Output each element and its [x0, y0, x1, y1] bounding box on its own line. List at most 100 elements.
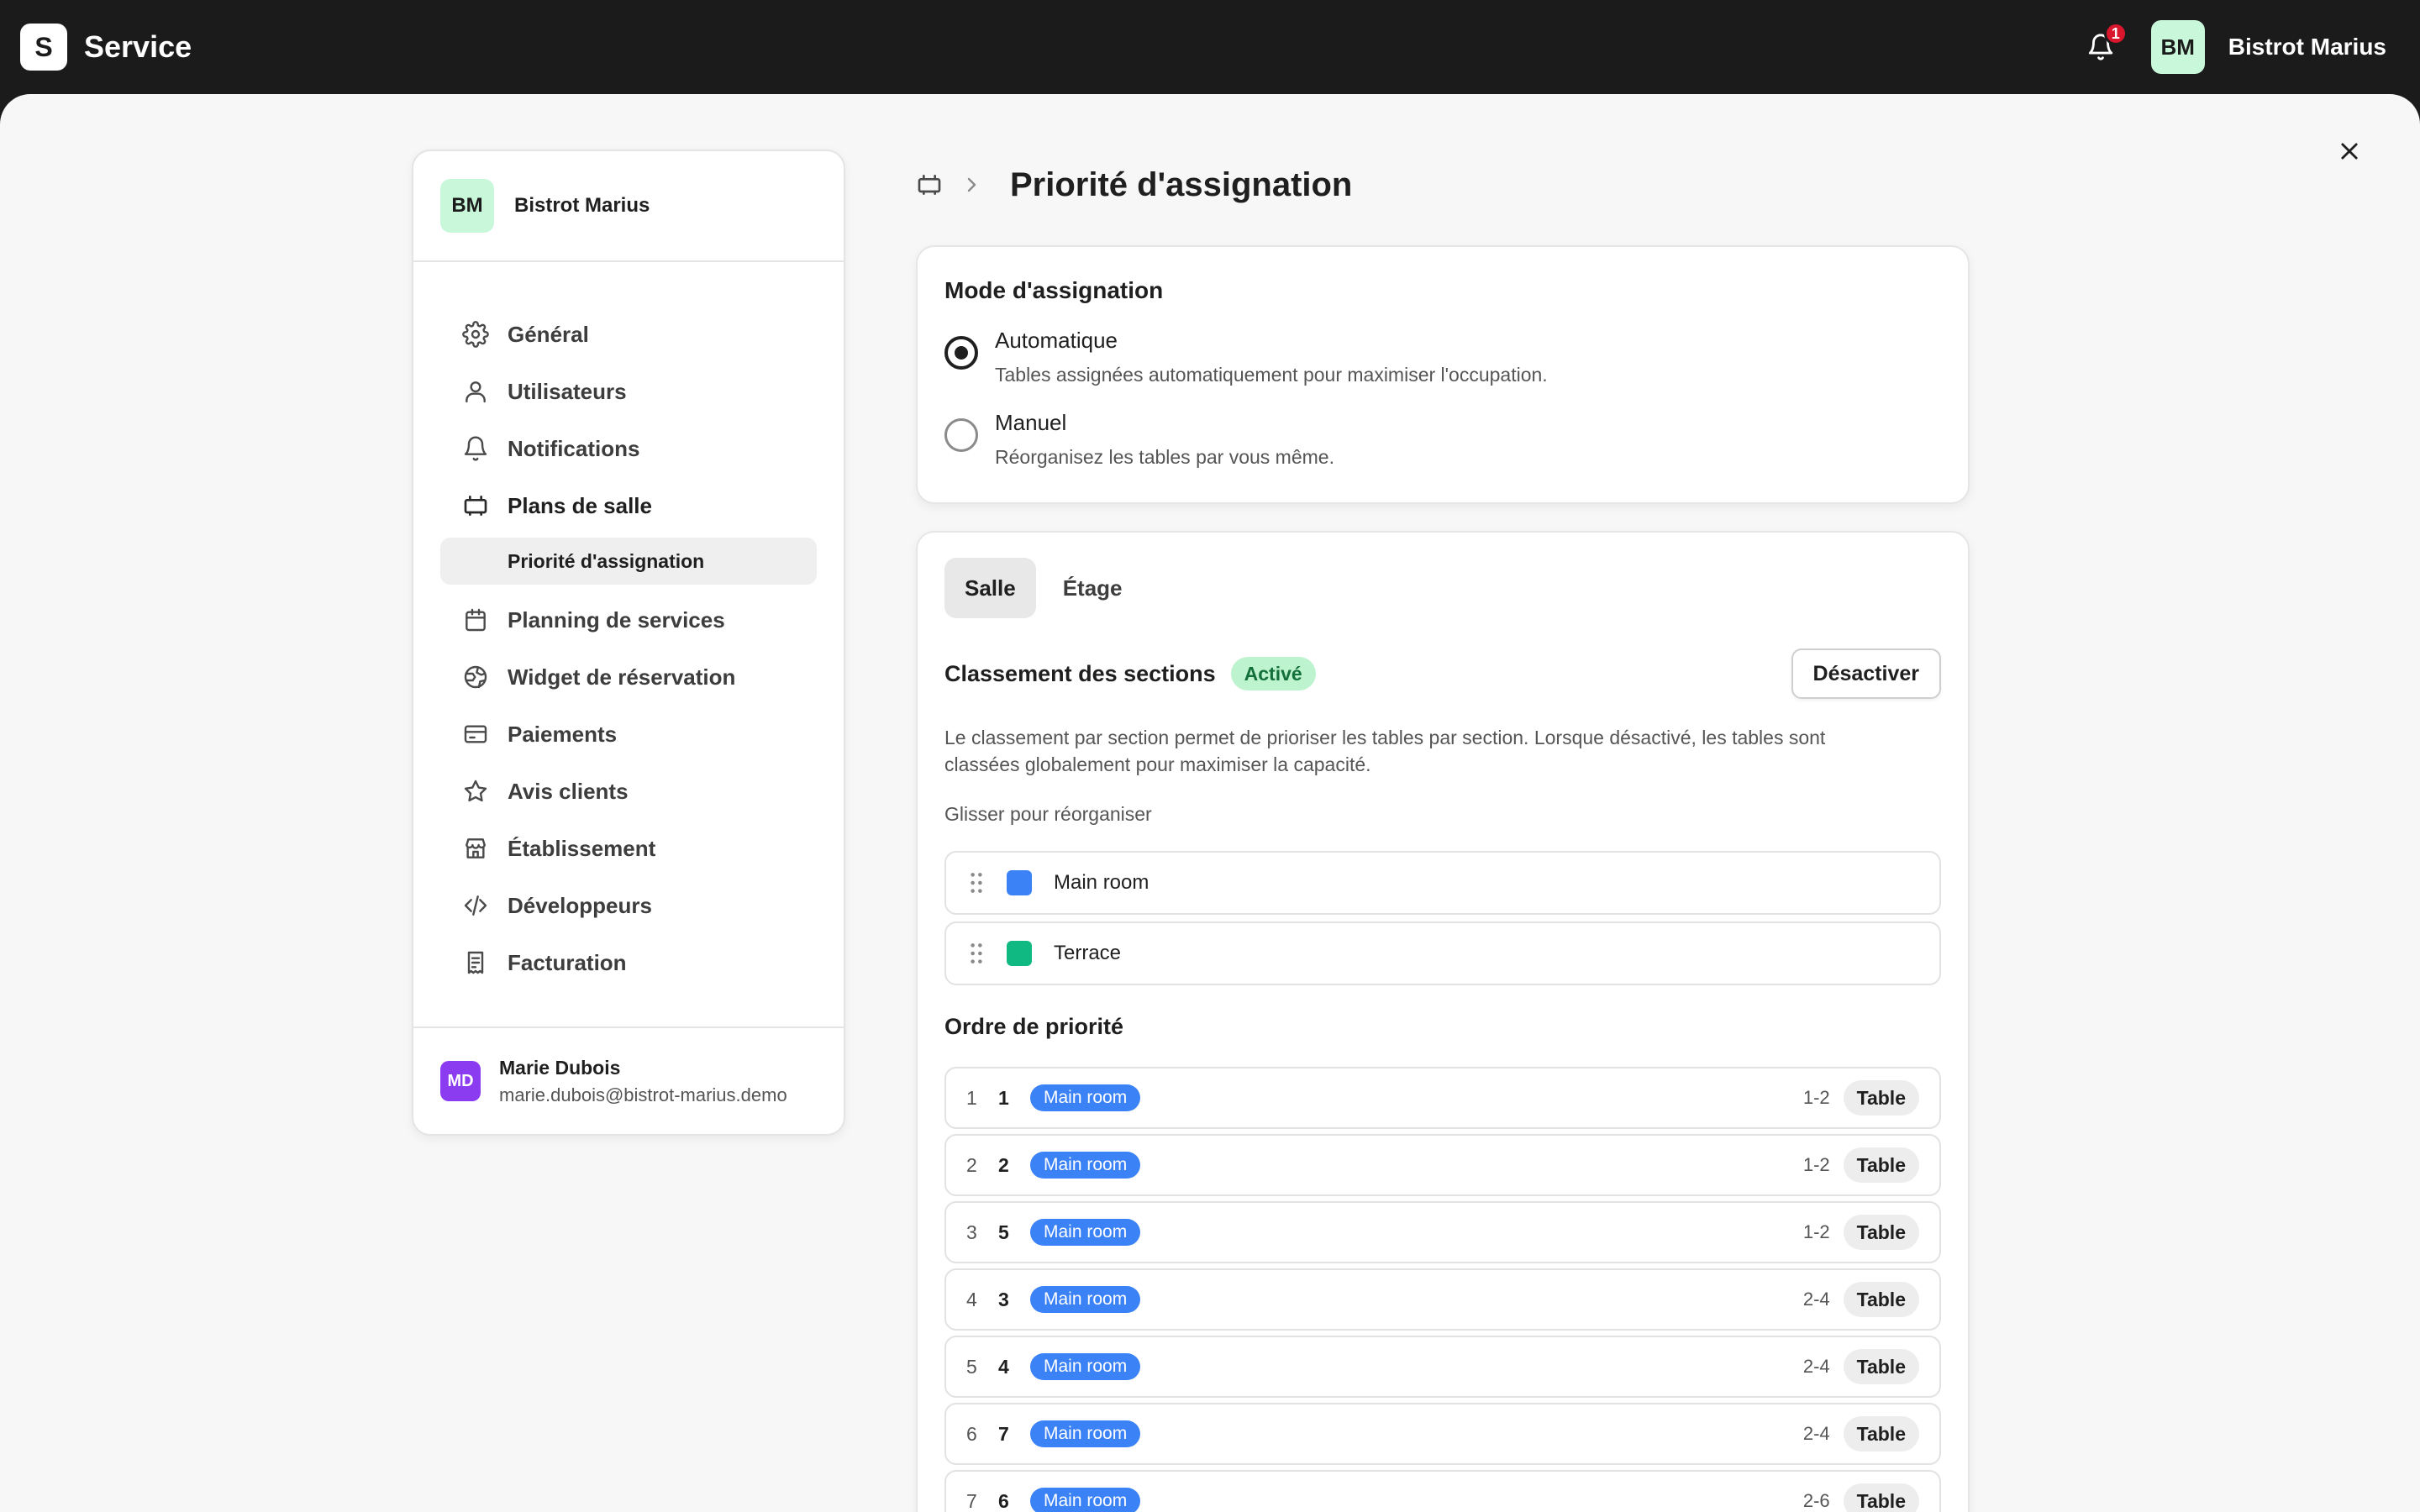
- sidebar-item-developers[interactable]: Développeurs: [440, 877, 817, 934]
- sidebar-item-establishment[interactable]: Établissement: [440, 820, 817, 877]
- top-right: 1 BM Bistrot Marius: [2074, 20, 2386, 74]
- star-icon: [464, 780, 487, 802]
- drag-handle-icon[interactable]: [968, 871, 985, 895]
- sidebar-item-floor-plans[interactable]: Plans de salle: [440, 477, 817, 534]
- mode-option-description: Tables assignées automatiquement pour ma…: [995, 364, 1548, 386]
- store-icon: [466, 838, 486, 858]
- mode-option-text: Manuel Réorganisez les tables par vous m…: [995, 410, 1334, 469]
- table-row[interactable]: 6 7 Main room 2-4 Table: [944, 1403, 1941, 1465]
- section-item-label: Main room: [1054, 871, 1150, 894]
- section-tag: Main room: [1030, 1353, 1141, 1380]
- sidebar-item-label: Facturation: [508, 949, 627, 975]
- sidebar-subitem-assignment-priority[interactable]: Priorité d'assignation: [440, 538, 817, 585]
- tab-etage[interactable]: Étage: [1043, 558, 1143, 618]
- sidebar-item-label: Widget de réservation: [508, 664, 736, 690]
- section-item-terrace[interactable]: Terrace: [944, 921, 1941, 985]
- table-row[interactable]: 5 4 Main room 2-4 Table: [944, 1336, 1941, 1398]
- account-name[interactable]: Bistrot Marius: [2228, 34, 2386, 60]
- table-number: 4: [998, 1355, 1009, 1378]
- section-tag: Main room: [1030, 1286, 1141, 1313]
- sidebar-item-label: Développeurs: [508, 892, 652, 918]
- section-ranking-header: Classement des sections Activé Désactive…: [944, 648, 1941, 699]
- close-icon: [2341, 143, 2358, 160]
- notification-count-badge: 1: [2103, 22, 2128, 45]
- section-ranking-title: Classement des sections: [944, 660, 1216, 686]
- sidebar-item-label: Plans de salle: [508, 492, 652, 518]
- sidebar-item-reviews[interactable]: Avis clients: [440, 763, 817, 820]
- settings-sidebar: BM Bistrot Marius Général Utilisateurs N…: [412, 150, 845, 1136]
- org-avatar: BM: [440, 179, 494, 233]
- disable-button[interactable]: Désactiver: [1791, 648, 1941, 699]
- settings-sheet: BM Bistrot Marius Général Utilisateurs N…: [0, 94, 2420, 1512]
- drag-hint: Glisser pour réorganiser: [944, 803, 1152, 825]
- account-avatar[interactable]: BM: [2150, 20, 2205, 74]
- section-item-label: Terrace: [1054, 942, 1122, 964]
- table-type-badge: Table: [1843, 1080, 1919, 1116]
- mode-option-text: Automatique Tables assignées automatique…: [995, 328, 1548, 386]
- mode-option-automatic[interactable]: Automatique Tables assignées automatique…: [944, 328, 1941, 386]
- row-index: 1: [966, 1086, 977, 1109]
- sidebar-item-label: Paiements: [508, 721, 618, 747]
- table-row[interactable]: 1 1 Main room 1-2 Table: [944, 1067, 1941, 1129]
- table-type-badge: Table: [1843, 1416, 1919, 1452]
- floor-plan-icon: [464, 496, 487, 516]
- drag-handle-icon[interactable]: [968, 942, 985, 965]
- table-number: 6: [998, 1489, 1009, 1512]
- current-user[interactable]: MD Marie Dubois marie.dubois@bistrot-mar…: [413, 1026, 844, 1134]
- sidebar-item-billing[interactable]: Facturation: [440, 934, 817, 991]
- sidebar-item-label: Planning de services: [508, 606, 725, 633]
- org-name: Bistrot Marius: [514, 194, 650, 217]
- sidebar-item-booking-widget[interactable]: Widget de réservation: [440, 648, 817, 706]
- notifications-button[interactable]: 1: [2074, 20, 2128, 74]
- user-name: Marie Dubois: [499, 1056, 621, 1079]
- sidebar-item-payments[interactable]: Paiements: [440, 706, 817, 763]
- close-button[interactable]: [2326, 128, 2373, 175]
- assignment-mode-title: Mode d'assignation: [944, 277, 1164, 303]
- table-type-badge: Table: [1843, 1215, 1919, 1250]
- table-number: 3: [998, 1288, 1009, 1310]
- app-name: Service: [84, 29, 192, 64]
- table-row[interactable]: 2 2 Main room 1-2 Table: [944, 1134, 1941, 1196]
- user-email: marie.dubois@bistrot-marius.demo: [499, 1084, 787, 1105]
- table-capacity: 2-6: [1802, 1490, 1830, 1511]
- mode-option-label: Automatique: [995, 328, 1118, 353]
- org-header[interactable]: BM Bistrot Marius: [413, 151, 844, 262]
- chevron-right-icon: [967, 177, 976, 192]
- section-list: Main room Terrace: [944, 851, 1941, 985]
- section-color-swatch: [1007, 870, 1032, 895]
- table-row[interactable]: 3 5 Main room 1-2 Table: [944, 1201, 1941, 1263]
- brand[interactable]: S Service: [20, 24, 192, 71]
- floor-plan-icon[interactable]: [916, 171, 943, 198]
- sidebar-item-general[interactable]: Général: [440, 306, 817, 363]
- calendar-icon: [466, 608, 486, 632]
- sidebar-item-label: Établissement: [508, 835, 656, 861]
- table-row[interactable]: 4 3 Main room 2-4 Table: [944, 1268, 1941, 1331]
- table-number: 5: [998, 1221, 1009, 1243]
- table-capacity: 1-2: [1802, 1221, 1830, 1242]
- sidebar-item-notifications[interactable]: Notifications: [440, 420, 817, 477]
- breadcrumb: Priorité d'assignation: [916, 158, 1970, 212]
- sidebar-item-service-planning[interactable]: Planning de services: [440, 591, 817, 648]
- table-type-badge: Table: [1843, 1483, 1919, 1512]
- table-capacity: 2-4: [1802, 1356, 1830, 1377]
- assignment-mode-card: Mode d'assignation Automatique Tables as…: [916, 245, 1970, 504]
- section-color-swatch: [1007, 941, 1032, 966]
- tab-salle[interactable]: Salle: [944, 558, 1036, 618]
- user-icon: [466, 381, 486, 403]
- sidebar-item-label: Notifications: [508, 435, 640, 461]
- sidebar-item-users[interactable]: Utilisateurs: [440, 363, 817, 420]
- table-row[interactable]: 7 6 Main room 2-6 Table: [944, 1470, 1941, 1512]
- section-ranking-description: Le classement par section permet de prio…: [944, 727, 1826, 775]
- table-type-badge: Table: [1843, 1349, 1919, 1384]
- gear-icon: [462, 321, 489, 348]
- priority-card: Salle Étage Classement des sections Acti…: [916, 531, 1970, 1512]
- radio-manual[interactable]: [944, 418, 978, 452]
- row-index: 2: [966, 1153, 977, 1176]
- section-tag: Main room: [1030, 1152, 1141, 1179]
- radio-automatic[interactable]: [944, 336, 978, 370]
- section-tag: Main room: [1030, 1084, 1141, 1111]
- section-tag: Main room: [1030, 1488, 1141, 1512]
- status-badge: Activé: [1230, 657, 1316, 690]
- section-item-main-room[interactable]: Main room: [944, 851, 1941, 915]
- mode-option-manual[interactable]: Manuel Réorganisez les tables par vous m…: [944, 410, 1941, 469]
